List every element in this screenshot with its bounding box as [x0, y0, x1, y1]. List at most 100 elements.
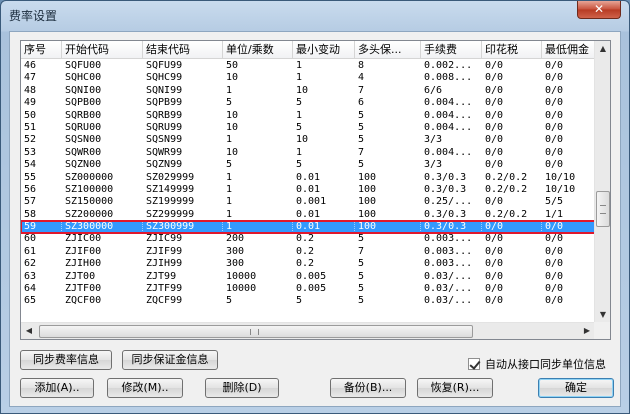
column-header[interactable]: 序号: [21, 41, 62, 58]
table-cell: 5: [296, 159, 303, 171]
table-cell: SZ300000: [62, 221, 143, 234]
column-header[interactable]: 最低佣金: [542, 41, 595, 58]
table-row[interactable]: 48 SQNI00 SQNI99 1 10 7 6/6 0/0 0/0: [21, 85, 595, 97]
table-row[interactable]: 61 ZJIF00 ZJIF99 300 0.2 7 0.003... 0/0 0/0: [21, 246, 595, 258]
table-row[interactable]: 65 ZQCF00 ZQCF99 5 5 5 0.03/... 0/0 0/0: [21, 295, 595, 307]
table-cell: ZJIH00: [65, 258, 102, 270]
table-row[interactable]: 47 SQHC00 SQHC99 10 1 4 0.008... 0/0 0/0: [21, 72, 595, 84]
table-cell: 0.2/0.2: [485, 208, 528, 220]
table-cell: 0/0: [545, 146, 564, 158]
table-cell: 0.01: [296, 171, 321, 183]
table-row-selected[interactable]: 59 SZ300000 SZ300999 1 0.01 100 0.3/0.3 0/0 0/0: [21, 220, 595, 235]
table-row[interactable]: 57 SZ150000 SZ199999 1 0.001 100 0.25/... 0/0 5/…: [21, 196, 595, 208]
table-row[interactable]: 51 SQRU00 SQRU99 10 5 5 0.004... 0/0 0/0: [21, 122, 595, 134]
table-cell: SZ150000: [65, 196, 114, 208]
column-header[interactable]: 印花税: [482, 41, 542, 58]
table-row[interactable]: 64 ZJTF00 ZJTF99 10000 0.005 5 0.03/... 0/0 0/0: [21, 283, 595, 295]
table-cell: 0/0: [545, 258, 564, 270]
table-cell: SQSN99: [146, 134, 183, 146]
ok-button[interactable]: 确定: [538, 378, 614, 398]
table-cell: SQSN00: [65, 134, 102, 146]
table-cell: SQPB99: [146, 97, 183, 109]
table-cell: 7: [358, 146, 365, 158]
table-cell: SQHC99: [146, 72, 183, 84]
auto-sync-unit-checkbox[interactable]: 自动从接口同步单位信息: [468, 356, 606, 372]
table-cell: SQNI00: [65, 84, 102, 96]
table-cell: SZ000000: [65, 171, 114, 183]
table-row[interactable]: 60 ZJIC00 ZJIC99 200 0.2 5 0.003... 0/0 0/0: [21, 233, 595, 245]
table-cell: ZJIC99: [146, 233, 183, 245]
table-cell: SQWR00: [65, 146, 102, 158]
column-header[interactable]: 最小变动: [293, 41, 355, 58]
table-cell: 0/0: [545, 245, 564, 257]
scroll-down-icon[interactable]: ▼: [595, 307, 610, 323]
sync-margin-button[interactable]: 同步保证金信息: [122, 350, 218, 370]
column-header[interactable]: 多头保...: [355, 41, 421, 58]
table-cell: 5: [226, 97, 233, 109]
table-cell: SZ199999: [146, 196, 195, 208]
restore-button[interactable]: 恢复(R)...: [417, 378, 493, 398]
backup-button[interactable]: 备份(B)...: [330, 378, 406, 398]
table-cell: 0.01: [296, 208, 321, 220]
table-row[interactable]: 52 SQSN00 SQSN99 1 10 5 3/3 0/0 0/0: [21, 134, 595, 146]
table-cell: 0/0: [485, 72, 504, 84]
table-row[interactable]: 46 SQFU00 SQFU99 50 1 8 0.002... 0/0 0/0: [21, 60, 595, 72]
delete-button[interactable]: 删除(D): [205, 378, 279, 398]
table-cell: 0.2: [296, 245, 315, 257]
table-cell: SQFU00: [65, 60, 102, 71]
table-cell: SQPB00: [65, 97, 102, 109]
vertical-scroll-thumb[interactable]: [596, 191, 610, 227]
table-cell: 5: [358, 121, 365, 133]
table-row[interactable]: 58 SZ200000 SZ299999 1 0.01 100 0.3/0.3 0.2/0.2…: [21, 209, 595, 221]
modify-button[interactable]: 修改(M)..: [107, 378, 183, 398]
add-button[interactable]: 添加(A)..: [20, 378, 94, 398]
column-header[interactable]: 开始代码: [62, 41, 143, 58]
sync-rate-button[interactable]: 同步费率信息: [20, 350, 112, 370]
table-row[interactable]: 50 SQRB00 SQRB99 10 1 5 0.004... 0/0 0/0: [21, 110, 595, 122]
horizontal-scroll-thumb[interactable]: [39, 325, 473, 338]
close-button[interactable]: ✕: [577, 1, 621, 19]
table-cell: 5: [358, 134, 365, 146]
table-row[interactable]: 49 SQPB00 SQPB99 5 5 6 0.004... 0/0 0/0: [21, 97, 595, 109]
list-body[interactable]: 46 SQFU00 SQFU99 50 1 8 0.002... 0/0 0/0 47 SQHC00…: [21, 60, 595, 323]
table-cell: 56: [24, 183, 37, 195]
table-cell: 49: [24, 97, 37, 109]
table-cell: 0.3/0.3: [424, 183, 467, 195]
table-row[interactable]: 55 SZ000000 SZ029999 1 0.01 100 0.3/0.3 0.2/0.2…: [21, 172, 595, 184]
checkbox-checked-icon[interactable]: [468, 358, 480, 370]
table-cell: SQRU99: [146, 121, 183, 133]
table-row[interactable]: 53 SQWR00 SQWR99 10 1 7 0.004... 0/0 0/0: [21, 147, 595, 159]
scroll-left-icon[interactable]: ◀: [21, 323, 37, 339]
column-header[interactable]: 手续费: [421, 41, 482, 58]
horizontal-scrollbar[interactable]: ◀ ▶: [21, 322, 595, 339]
table-cell: 0.004...: [424, 109, 473, 121]
table-cell: 1/1: [545, 208, 564, 220]
table-cell: SQZN00: [65, 159, 102, 171]
table-cell: 0.008...: [424, 72, 473, 84]
table-cell: 55: [24, 171, 37, 183]
table-row[interactable]: 63 ZJT00 ZJT99 10000 0.005 5 0.03/... 0/0 0/0: [21, 271, 595, 283]
table-cell: 5: [226, 159, 233, 171]
title-bar[interactable]: 费率设置 ✕: [1, 1, 629, 31]
table-cell: 5: [358, 270, 365, 282]
table-cell: 10/10: [545, 171, 576, 183]
table-cell: 0.004...: [424, 146, 473, 158]
column-header[interactable]: 结束代码: [143, 41, 223, 58]
table-cell: 5: [296, 121, 303, 133]
table-cell: 0.3/0.3: [424, 171, 467, 183]
rate-list[interactable]: 序号 开始代码 结束代码 单位/乘数 最小变动 多头保... 手续费 印花税 最低佣金 46 SQ…: [20, 40, 611, 340]
table-cell: 0/0: [485, 109, 504, 121]
column-header[interactable]: 单位/乘数: [223, 41, 293, 58]
table-cell: 0.005: [296, 283, 327, 295]
scroll-up-icon[interactable]: ▲: [595, 41, 610, 57]
table-cell: 1: [296, 109, 303, 121]
table-cell: SZ029999: [146, 171, 195, 183]
scroll-right-icon[interactable]: ▶: [579, 323, 595, 339]
table-cell: 61: [24, 245, 37, 257]
table-row[interactable]: 62 ZJIH00 ZJIH99 300 0.2 5 0.003... 0/0 0/0: [21, 258, 595, 270]
table-row[interactable]: 54 SQZN00 SQZN99 5 5 5 3/3 0/0 0/0: [21, 159, 595, 171]
table-cell: SZ200000: [65, 208, 114, 220]
table-cell: 10: [226, 146, 239, 158]
table-row[interactable]: 56 SZ100000 SZ149999 1 0.01 100 0.3/0.3 0.2/0.2…: [21, 184, 595, 196]
vertical-scrollbar[interactable]: ▲ ▼: [594, 41, 610, 323]
